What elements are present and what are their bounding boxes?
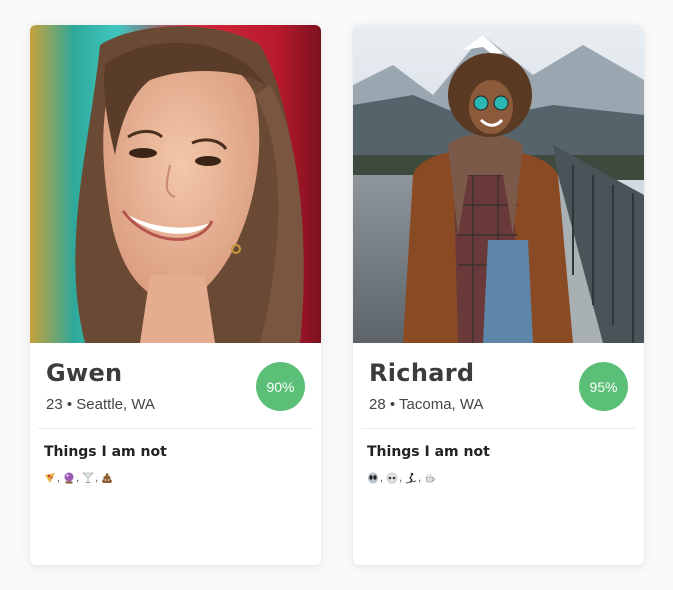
cocktail-glass-emoji-icon xyxy=(82,472,94,483)
profile-cards-stage: Gwen 23 • Seattle, WA 90% Things I am no… xyxy=(0,0,673,590)
meta-bullet: • xyxy=(389,396,396,413)
emoji-list: , , , xyxy=(44,472,307,484)
profile-info: Gwen 23 • Seattle, WA 90% xyxy=(30,343,321,428)
emoji-separator: , xyxy=(399,472,403,484)
profile-photo-gwen[interactable] xyxy=(30,25,321,343)
emoji-separator: , xyxy=(95,472,99,484)
pizza-slice-emoji-icon xyxy=(45,473,55,483)
profile-location: Tacoma, WA xyxy=(399,396,484,413)
things-i-am-not-section: Things I am not , , , xyxy=(353,429,644,484)
section-title: Things I am not xyxy=(44,444,167,460)
profile-location: Seattle, WA xyxy=(76,396,155,413)
hot-beverage-emoji-icon xyxy=(425,473,436,483)
things-i-am-not-section: Things I am not , , , xyxy=(30,429,321,484)
emoji-separator: , xyxy=(380,472,384,484)
profile-age: 28 xyxy=(369,396,386,413)
skull-emoji-icon xyxy=(386,472,398,484)
emoji-separator: , xyxy=(76,472,80,484)
profile-age: 23 xyxy=(46,396,63,413)
pile-of-poo-emoji-icon xyxy=(102,473,113,483)
alien-emoji-icon xyxy=(368,472,378,484)
match-percentage-badge: 95% xyxy=(579,362,628,411)
profile-card-richard[interactable]: Richard 28 • Tacoma, WA 95% Things I am … xyxy=(353,25,644,565)
emoji-separator: , xyxy=(57,472,61,484)
profile-info: Richard 28 • Tacoma, WA 95% xyxy=(353,343,644,428)
skier-emoji-icon xyxy=(406,472,417,484)
profile-photo-richard[interactable] xyxy=(353,25,644,343)
match-percentage-badge: 90% xyxy=(256,362,305,411)
crystal-ball-emoji-icon xyxy=(64,472,74,484)
profile-card-gwen[interactable]: Gwen 23 • Seattle, WA 90% Things I am no… xyxy=(30,25,321,565)
emoji-list: , , , xyxy=(367,472,630,484)
meta-bullet: • xyxy=(66,396,73,413)
section-title: Things I am not xyxy=(367,444,490,460)
emoji-separator: , xyxy=(418,472,422,484)
